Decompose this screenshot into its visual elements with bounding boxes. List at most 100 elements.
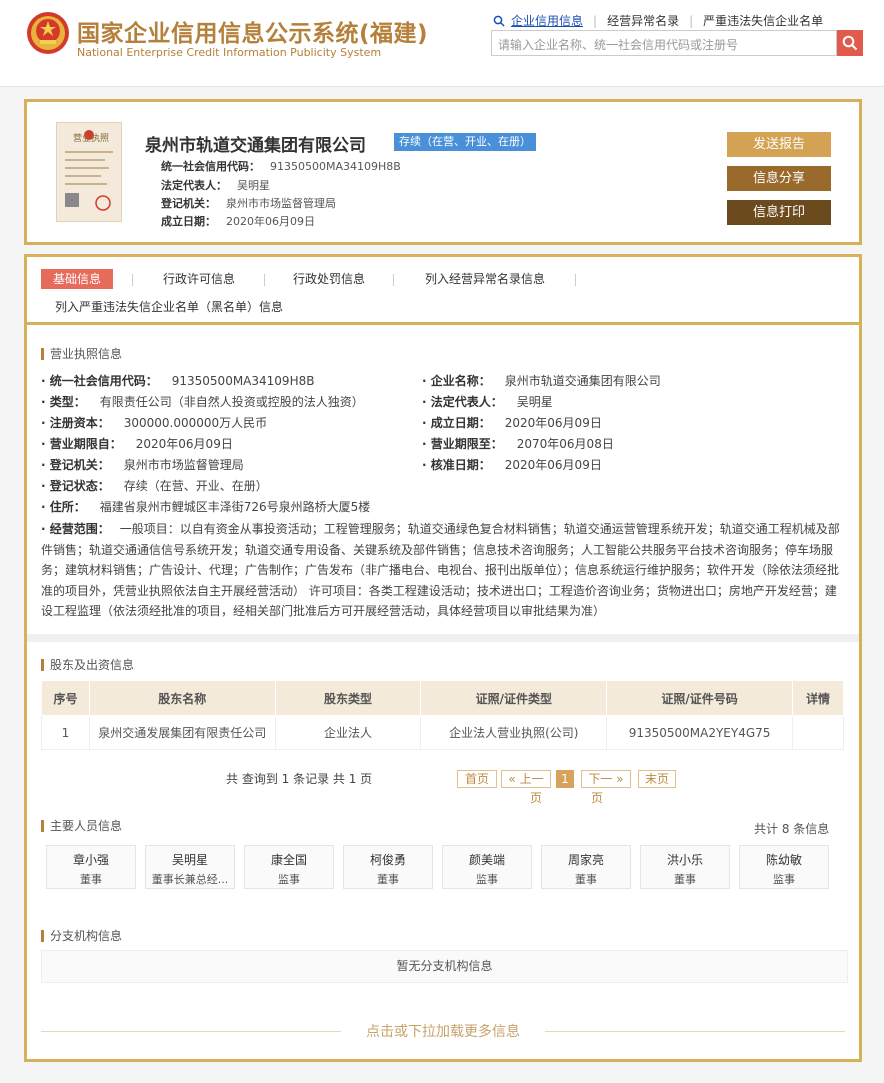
nav-abnormal-list[interactable]: 经营异常名录: [607, 12, 679, 29]
nav-separator: |: [593, 13, 598, 28]
person-card[interactable]: 颜美端 监事: [442, 845, 532, 889]
send-report-button[interactable]: 发送报告: [727, 132, 831, 157]
person-card[interactable]: 周家亮 董事: [541, 845, 631, 889]
table-row: 1 泉州交通发展集团有限责任公司 企业法人 企业法人营业执照(公司) 91350…: [41, 715, 844, 750]
person-role: 监事: [773, 873, 795, 886]
shareholders-table: 序号 股东名称 股东类型 证照/证件类型 证照/证件号码 详情 1 泉州交通发展…: [41, 680, 844, 750]
authority-value: 泉州市市场监督管理局: [226, 197, 336, 210]
tab-abnormal-list[interactable]: 列入经营异常名录信息: [425, 269, 545, 289]
info-tabs: 基础信息 行政许可信息 行政处罚信息 列入经营异常名录信息 列入严重违法失信企业…: [27, 257, 859, 325]
person-role: 董事: [80, 873, 102, 886]
field-label: · 登记状态：: [41, 479, 110, 493]
tab-separator: [264, 274, 265, 286]
column-header: 详情: [792, 680, 844, 716]
detail-cell[interactable]: [792, 715, 844, 750]
site-title: 国家企业信用信息公示系统(福建): [77, 21, 429, 47]
field-value: 存续（在营、开业、在册）: [123, 479, 268, 493]
person-role: 监事: [476, 873, 498, 886]
tab-basic-info[interactable]: 基础信息: [41, 269, 114, 289]
field-address: · 住所： 福建省泉州市鲤城区丰泽街726号泉州路桥大厦5楼: [41, 498, 370, 515]
field-label: · 法定代表人：: [422, 395, 503, 409]
current-page[interactable]: 1: [556, 770, 574, 788]
field-term-start: · 营业期限自： 2020年06月09日: [41, 435, 233, 452]
company-summary-card: 营业执照 泉州市轨道交通集团有限公司 存续（在营、开业、在册） 统一社会信用代码…: [24, 99, 862, 245]
field-value: 泉州市轨道交通集团有限公司: [504, 374, 661, 388]
person-name: 柯俊勇: [369, 853, 406, 867]
table-cell: 泉州交通发展集团有限责任公司: [88, 715, 276, 750]
person-name: 章小强: [72, 853, 109, 867]
person-card[interactable]: 柯俊勇 董事: [343, 845, 433, 889]
column-header: 证照/证件类型: [420, 680, 608, 716]
tab-admin-license[interactable]: 行政许可信息: [163, 269, 235, 289]
print-info-button[interactable]: 信息打印: [727, 200, 831, 225]
column-header: 股东名称: [88, 680, 276, 716]
tab-admin-penalty[interactable]: 行政处罚信息: [293, 269, 365, 289]
person-card[interactable]: 吴明星 董事长兼总经...: [145, 845, 235, 889]
person-card[interactable]: 陈幼敏 监事: [739, 845, 829, 889]
field-value: 福建省泉州市鲤城区丰泽街726号泉州路桥大厦5楼: [99, 500, 371, 514]
detail-panel: 基础信息 行政许可信息 行政处罚信息 列入经营异常名录信息 列入严重违法失信企业…: [24, 254, 862, 1062]
field-value: 91350500MA34109H8B: [171, 374, 315, 388]
section-title-personnel: 主要人员信息: [41, 820, 122, 832]
nav-blacklist[interactable]: 严重违法失信企业名单: [703, 12, 823, 29]
table-header-row: 序号 股东名称 股东类型 证照/证件类型 证照/证件号码 详情: [41, 680, 844, 716]
section-title-shareholders: 股东及出资信息: [41, 659, 134, 671]
founded-line: 成立日期： 2020年06月09日: [161, 213, 315, 229]
legal-rep-label: 法定代表人：: [161, 179, 227, 192]
person-name: 康全国: [270, 853, 307, 867]
field-label: · 登记机关：: [41, 458, 110, 472]
field-credit-code: · 统一社会信用代码： 91350500MA34109H8B: [41, 372, 314, 389]
field-capital: · 注册资本： 300000.000000万人民币: [41, 414, 267, 431]
field-value: 2020年06月09日: [504, 458, 602, 472]
column-header: 证照/证件号码: [606, 680, 794, 716]
business-scope-label: · 经营范围：: [41, 522, 110, 536]
next-page-button[interactable]: 下一 »: [581, 770, 631, 788]
national-emblem-icon: [27, 12, 69, 54]
next-page-wrap: 页: [591, 791, 604, 805]
table-cell: 企业法人营业执照(公司): [420, 715, 608, 750]
person-name: 周家亮: [567, 853, 604, 867]
legal-rep-value: 吴明星: [237, 179, 270, 192]
person-role: 董事长兼总经...: [151, 873, 229, 886]
person-card[interactable]: 洪小乐 董事: [640, 845, 730, 889]
table-cell: 企业法人: [274, 715, 422, 750]
prev-page-button[interactable]: « 上一: [501, 770, 551, 788]
prev-page-wrap: 页: [530, 791, 543, 805]
search-button[interactable]: [837, 30, 863, 56]
search-input[interactable]: 请输入企业名称、统一社会信用代码或注册号: [491, 30, 837, 56]
share-info-button[interactable]: 信息分享: [727, 166, 831, 191]
field-label: · 住所：: [41, 500, 86, 514]
load-more-link[interactable]: 点击或下拉加载更多信息: [27, 1021, 859, 1041]
field-reg-status: · 登记状态： 存续（在营、开业、在册）: [41, 477, 268, 494]
tab-blacklist[interactable]: 列入严重违法失信企业名单（黑名单）信息: [55, 297, 283, 317]
founded-label: 成立日期：: [161, 215, 216, 228]
column-header: 股东类型: [274, 680, 422, 716]
credit-code-label: 统一社会信用代码：: [161, 160, 260, 173]
field-label: · 统一社会信用代码：: [41, 374, 158, 388]
person-role: 董事: [674, 873, 696, 886]
pagination-summary: 共 查询到 1 条记录 共 1 页: [226, 772, 373, 786]
tab-separator: [393, 274, 394, 286]
person-card[interactable]: 章小强 董事: [46, 845, 136, 889]
field-company-name: · 企业名称： 泉州市轨道交通集团有限公司: [422, 372, 661, 389]
field-authority: · 登记机关： 泉州市市场监督管理局: [41, 456, 244, 473]
field-value: 300000.000000万人民币: [123, 416, 268, 430]
credit-code-line: 统一社会信用代码： 91350500MA34109H8B: [161, 158, 401, 174]
section-divider: [27, 634, 859, 642]
field-label: · 企业名称：: [422, 374, 491, 388]
person-card[interactable]: 康全国 监事: [244, 845, 334, 889]
nav-enterprise-credit[interactable]: 企业信用信息: [511, 12, 583, 29]
field-label: · 注册资本：: [41, 416, 110, 430]
field-label: · 营业期限自：: [41, 437, 122, 451]
person-name: 洪小乐: [666, 853, 703, 867]
field-value: 2070年06月08日: [516, 437, 614, 451]
first-page-button[interactable]: 首页: [457, 770, 497, 788]
authority-line: 登记机关： 泉州市市场监督管理局: [161, 195, 336, 211]
tab-separator: [132, 274, 133, 286]
field-legal-rep: · 法定代表人： 吴明星: [422, 393, 553, 410]
field-term-end: · 营业期限至： 2070年06月08日: [422, 435, 614, 452]
site-subtitle: National Enterprise Credit Information P…: [77, 46, 382, 59]
person-name: 颜美端: [468, 853, 505, 867]
person-role: 董事: [575, 873, 597, 886]
last-page-button[interactable]: 末页: [638, 770, 676, 788]
